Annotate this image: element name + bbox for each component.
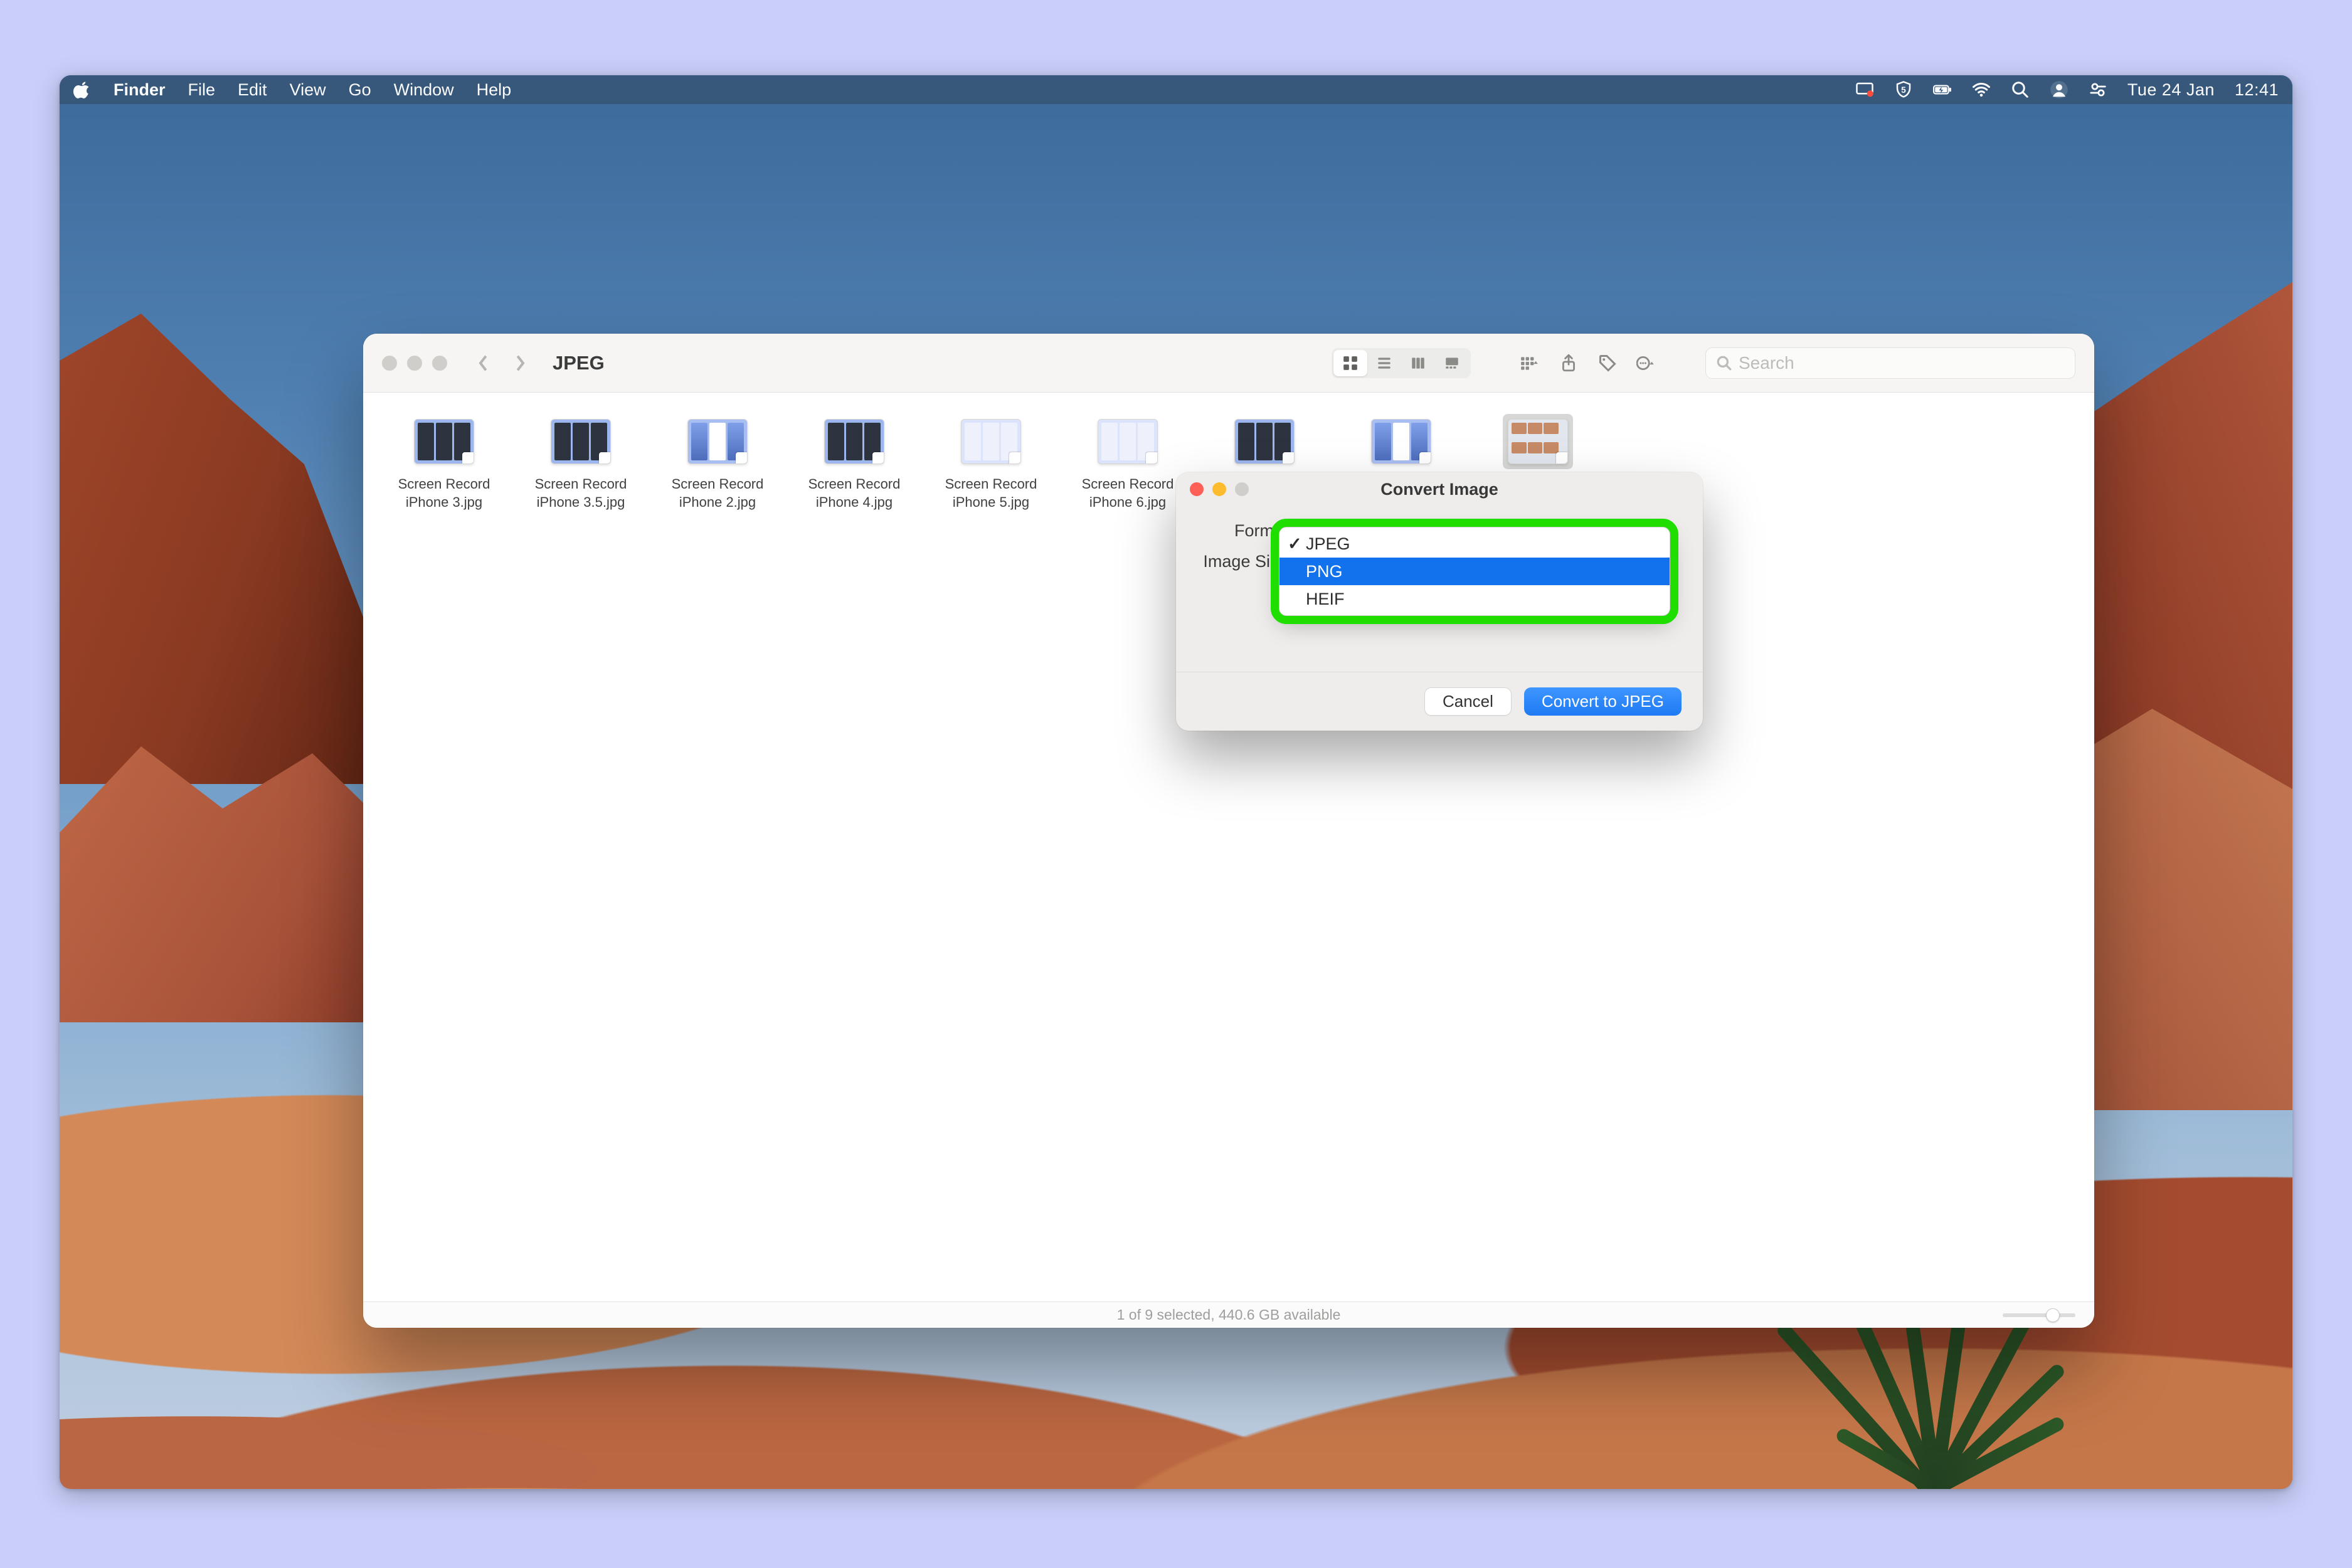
file-item[interactable]: Screen Record iPhone 3.jpg [376, 410, 512, 519]
finder-traffic-lights[interactable] [382, 356, 447, 371]
dialog-titlebar: Convert Image [1176, 472, 1703, 506]
finder-toolbar: JPEG Search [363, 334, 2094, 393]
control-center-icon[interactable] [2089, 80, 2107, 99]
status-text: 1 of 9 selected, 440.6 GB available [1117, 1306, 1341, 1323]
user-icon[interactable] [2050, 80, 2069, 99]
nav-back[interactable] [471, 351, 496, 376]
file-item[interactable]: Screen Record iPhone 4.jpg [786, 410, 923, 519]
nav-forward[interactable] [507, 351, 532, 376]
spotlight-search-icon[interactable] [2011, 80, 2030, 99]
shield-icon[interactable]: 5 [1894, 80, 1913, 99]
format-option-jpeg[interactable]: JPEG [1279, 530, 1670, 558]
svg-text:5: 5 [1901, 85, 1906, 95]
menu-window[interactable]: Window [394, 80, 454, 100]
menu-app-name[interactable]: Finder [114, 80, 166, 100]
file-label: Screen Record iPhone 6.jpg [1068, 475, 1187, 511]
search-input[interactable]: Search [1705, 347, 2075, 379]
finder-status-bar: 1 of 9 selected, 440.6 GB available [363, 1301, 2094, 1328]
menu-help[interactable]: Help [477, 80, 512, 100]
battery-icon[interactable] [1933, 80, 1952, 99]
file-label: Screen Record iPhone 4.jpg [795, 475, 914, 511]
format-dropdown[interactable]: JPEGPNGHEIF [1279, 527, 1670, 616]
file-item[interactable]: Screen Record iPhone 3.5.jpg [512, 410, 649, 519]
minimize-dot[interactable] [407, 356, 422, 371]
search-placeholder: Search [1739, 353, 1794, 373]
tag-icon[interactable] [1594, 350, 1621, 376]
convert-button[interactable]: Convert to JPEG [1524, 687, 1682, 716]
menu-file[interactable]: File [188, 80, 216, 100]
file-item[interactable]: Screen Record iPhone 5.jpg [923, 410, 1059, 519]
file-item[interactable]: Screen Record iPhone 2.jpg [649, 410, 786, 519]
file-label: Screen Record iPhone 3.jpg [384, 475, 504, 511]
screen-mirror-icon[interactable] [1855, 80, 1874, 99]
list-view-icon[interactable] [1367, 350, 1401, 376]
menubar-date[interactable]: Tue 24 Jan [2127, 80, 2215, 100]
screenshot-frame: Finder File Edit View Go Window Help 5 T… [60, 75, 2292, 1489]
cancel-button[interactable]: Cancel [1424, 687, 1512, 716]
menu-go[interactable]: Go [349, 80, 371, 100]
share-icon[interactable] [1555, 350, 1582, 376]
menubar-time[interactable]: 12:41 [2235, 80, 2279, 100]
file-label: Screen Record iPhone 3.5.jpg [521, 475, 640, 511]
menu-view[interactable]: View [290, 80, 326, 100]
apple-icon[interactable] [73, 81, 91, 98]
column-view-icon[interactable] [1401, 350, 1435, 376]
menu-edit[interactable]: Edit [238, 80, 267, 100]
view-mode-segment[interactable] [1332, 348, 1471, 378]
icon-view-icon[interactable] [1333, 350, 1367, 376]
dialog-title: Convert Image [1176, 480, 1703, 499]
group-by-icon[interactable] [1516, 350, 1544, 376]
dialog-footer: Cancel Convert to JPEG [1176, 672, 1703, 731]
zoom-dot[interactable] [432, 356, 447, 371]
format-option-heif[interactable]: HEIF [1279, 585, 1670, 613]
close-dot[interactable] [382, 356, 397, 371]
gallery-view-icon[interactable] [1435, 350, 1469, 376]
wifi-icon[interactable] [1972, 80, 1991, 99]
action-menu-icon[interactable] [1633, 350, 1660, 376]
folder-title: JPEG [553, 352, 605, 374]
menu-bar: Finder File Edit View Go Window Help 5 T… [60, 75, 2292, 104]
file-label: Screen Record iPhone 2.jpg [658, 475, 777, 511]
file-label: Screen Record iPhone 5.jpg [931, 475, 1051, 511]
icon-size-slider[interactable] [2003, 1312, 2075, 1318]
format-option-png[interactable]: PNG [1279, 558, 1670, 585]
